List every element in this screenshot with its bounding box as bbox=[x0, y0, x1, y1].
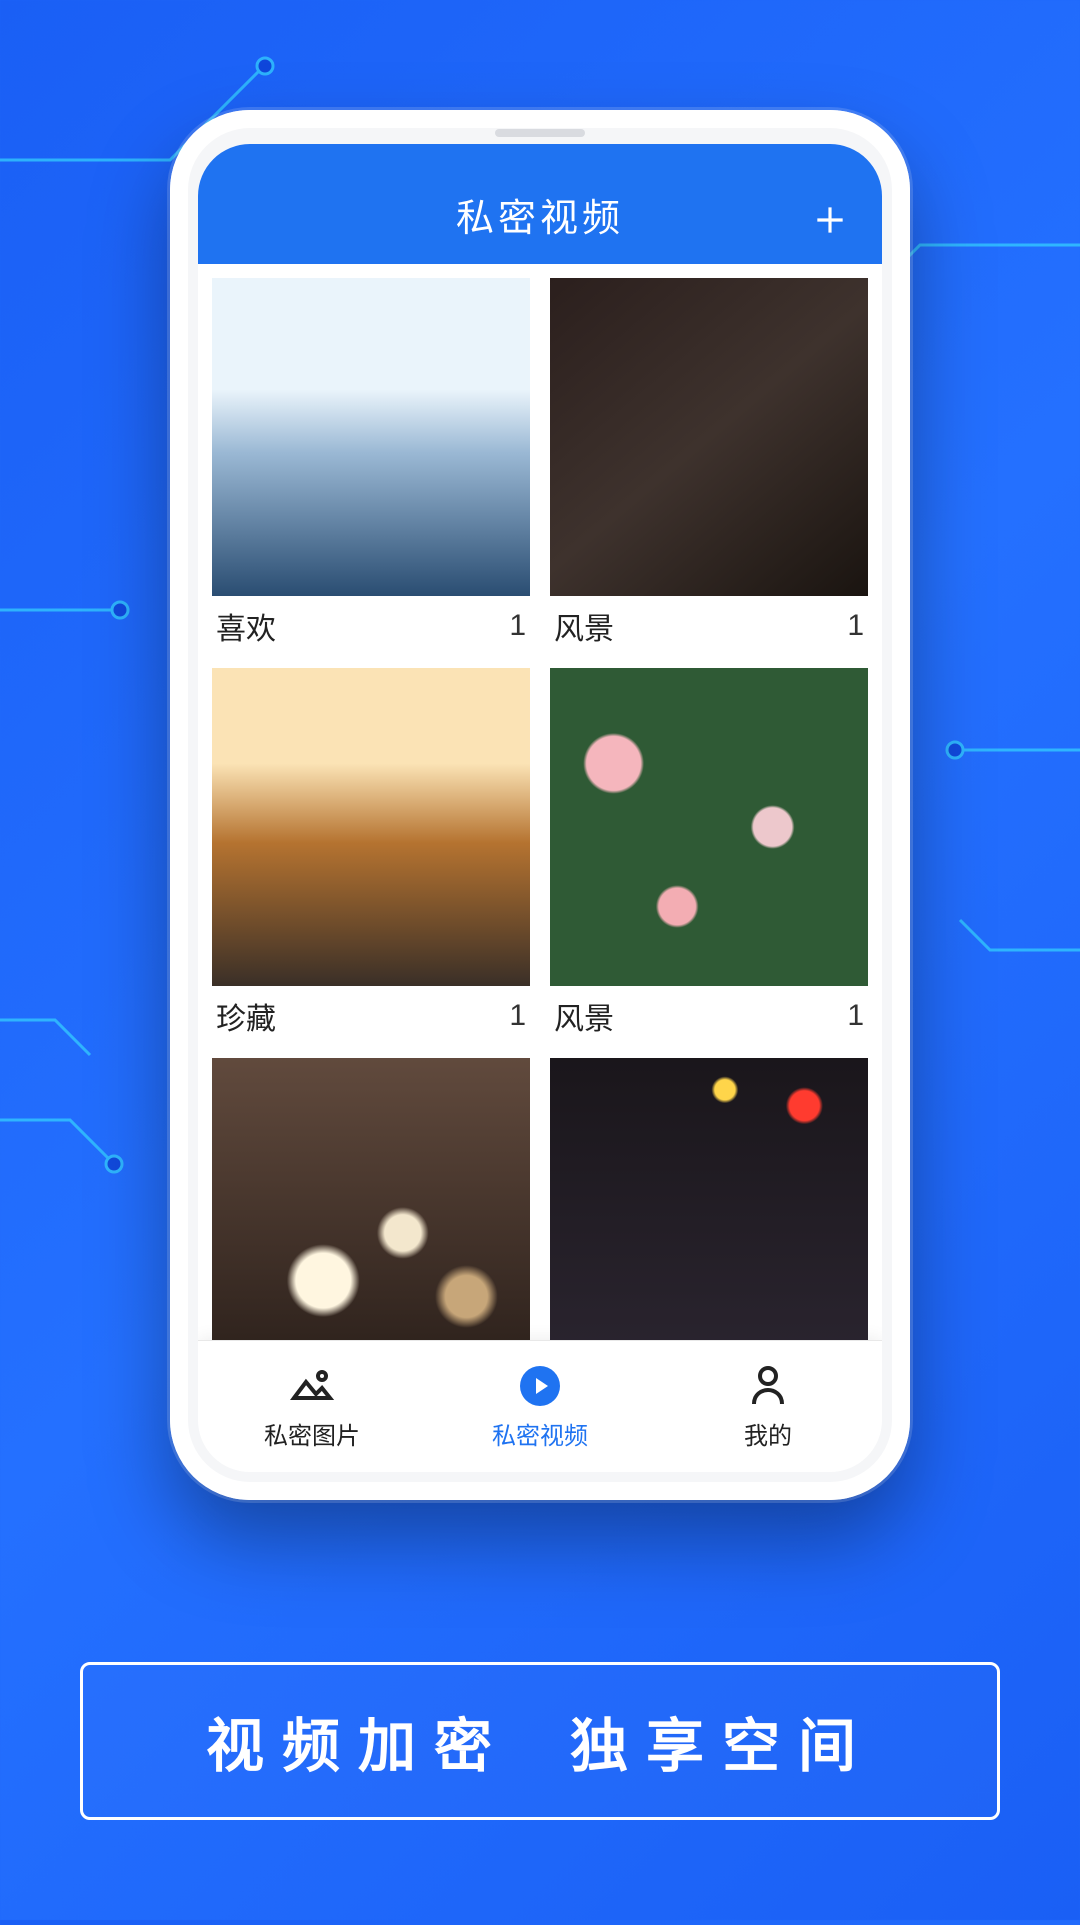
album-meta: 喜欢 1 bbox=[212, 596, 530, 652]
album-name: 珍藏 bbox=[216, 994, 276, 1038]
album-meta: 风景 1 bbox=[550, 596, 868, 652]
nav-label: 私密视频 bbox=[492, 1416, 588, 1451]
promo-banner: 视频加密 独享空间 bbox=[80, 1662, 1000, 1820]
album-thumbnail bbox=[212, 278, 530, 596]
album-thumbnail bbox=[212, 668, 530, 986]
album-count: 1 bbox=[847, 609, 864, 643]
album-item[interactable]: 风景 1 bbox=[550, 668, 868, 1042]
album-meta: 风景 1 bbox=[550, 986, 868, 1042]
album-item[interactable]: 珍藏 1 bbox=[212, 668, 530, 1042]
image-icon bbox=[288, 1362, 336, 1410]
album-item[interactable]: 喜欢 1 bbox=[212, 278, 530, 652]
add-button[interactable] bbox=[804, 194, 856, 246]
album-meta: 珍藏 1 bbox=[212, 986, 530, 1042]
album-thumbnail bbox=[550, 668, 868, 986]
album-thumbnail bbox=[550, 1058, 868, 1340]
album-gallery: 喜欢 1 风景 1 珍藏 1 bbox=[198, 264, 882, 1340]
nav-mine[interactable]: 我的 bbox=[654, 1341, 882, 1472]
album-name: 喜欢 bbox=[216, 604, 276, 648]
nav-videos[interactable]: 私密视频 bbox=[426, 1341, 654, 1472]
album-name: 风景 bbox=[554, 994, 614, 1038]
promo-text-right: 独享空间 bbox=[570, 1699, 874, 1783]
album-count: 1 bbox=[509, 999, 526, 1033]
album-count: 1 bbox=[847, 999, 864, 1033]
album-thumbnail bbox=[550, 278, 868, 596]
nav-images[interactable]: 私密图片 bbox=[198, 1341, 426, 1472]
play-circle-icon bbox=[516, 1362, 564, 1410]
album-item[interactable]: 风景 1 bbox=[550, 278, 868, 652]
app-header: 私密视频 bbox=[198, 144, 882, 264]
bottom-nav: 私密图片 私密视频 我的 bbox=[198, 1340, 882, 1472]
album-thumbnail bbox=[212, 1058, 530, 1340]
phone-mockup: 私密视频 喜欢 1 风景 bbox=[170, 110, 910, 1500]
nav-label: 我的 bbox=[744, 1416, 792, 1451]
album-item[interactable] bbox=[212, 1058, 530, 1340]
plus-icon bbox=[811, 201, 849, 239]
app-screen: 私密视频 喜欢 1 风景 bbox=[198, 144, 882, 1472]
album-name: 风景 bbox=[554, 604, 614, 648]
nav-label: 私密图片 bbox=[264, 1416, 360, 1451]
page-title: 私密视频 bbox=[456, 187, 624, 242]
phone-earpiece bbox=[495, 129, 585, 137]
album-item[interactable] bbox=[550, 1058, 868, 1340]
promo-text-left: 视频加密 bbox=[206, 1699, 510, 1783]
album-count: 1 bbox=[509, 609, 526, 643]
person-icon bbox=[744, 1362, 792, 1410]
